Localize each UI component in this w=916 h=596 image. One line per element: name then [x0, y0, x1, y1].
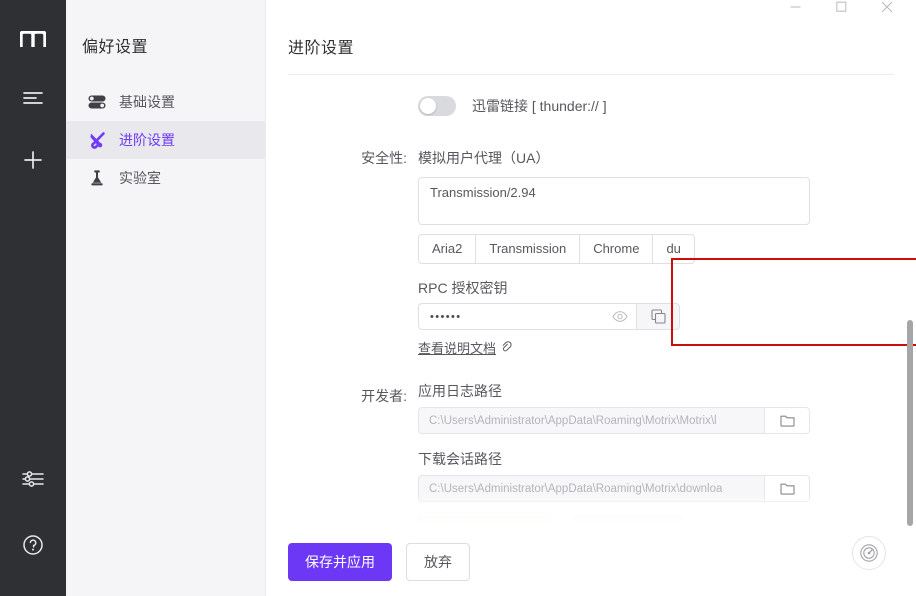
wrench-tools-icon — [88, 131, 106, 149]
security-group-label: 安全性: — [288, 142, 418, 174]
content-scrollbar[interactable] — [907, 68, 913, 528]
thunder-toggle[interactable] — [418, 96, 456, 116]
developer-row: 开发者: 应用日志路径 C:\Users\Administrator\AppDa… — [288, 380, 894, 528]
sidebar-item-lab[interactable]: 实验室 — [66, 159, 265, 197]
rpc-secret-control: •••••• — [418, 303, 680, 330]
thunder-toggle-label: 迅雷链接 [ thunder:// ] — [472, 96, 607, 116]
scrollbar-thumb[interactable] — [907, 320, 913, 526]
ua-field-label: 模拟用户代理（UA） — [418, 142, 894, 174]
settings-nav-list: 基础设置 进阶设置 — [66, 83, 265, 197]
sidebar-item-label: 实验室 — [119, 168, 161, 188]
save-button[interactable]: 保存并应用 — [288, 543, 392, 581]
task-list-icon[interactable] — [16, 83, 50, 113]
security-row: 安全性: 模拟用户代理（UA） Transmission/2.94 Aria2 … — [288, 142, 894, 358]
rail-bottom-group — [0, 464, 66, 596]
log-path-label: 应用日志路径 — [418, 380, 894, 402]
rpc-secret-label: RPC 授权密钥 — [418, 278, 894, 298]
toggle-knob — [420, 98, 436, 114]
folder-icon[interactable] — [764, 407, 810, 434]
preferences-window: 偏好设置 基础设置 — [0, 0, 916, 596]
folder-icon[interactable] — [764, 475, 810, 502]
copy-icon[interactable] — [636, 303, 680, 330]
discard-button[interactable]: 放弃 — [406, 543, 470, 581]
help-icon[interactable] — [16, 530, 50, 560]
app-rail — [0, 0, 66, 596]
ua-preset-group: Aria2 Transmission Chrome du — [418, 234, 894, 264]
speedometer-icon[interactable] — [852, 536, 886, 570]
toggle-switch-icon — [88, 93, 106, 111]
developer-group-label: 开发者: — [288, 380, 418, 412]
ua-preset-transmission[interactable]: Transmission — [475, 234, 579, 264]
rpc-doc-link[interactable]: 查看说明文档 — [418, 338, 512, 357]
rpc-secret-section: RPC 授权密钥 •••••• — [418, 278, 894, 358]
rpc-secret-value: •••••• — [430, 311, 612, 323]
ua-preset-aria2[interactable]: Aria2 — [418, 234, 475, 264]
thunder-protocol-row: 迅雷链接 [ thunder:// ] — [288, 84, 894, 128]
session-path-control: C:\Users\Administrator\AppData\Roaming\M… — [418, 475, 810, 502]
add-task-icon[interactable] — [16, 145, 50, 175]
settings-nav-column: 偏好设置 基础设置 — [66, 0, 266, 596]
restore-defaults-button[interactable]: 恢复初始设置 — [574, 516, 682, 528]
reset-session-button[interactable]: 重置下载会话记录 — [418, 516, 552, 528]
flask-lab-icon — [88, 169, 106, 187]
session-path-input[interactable]: C:\Users\Administrator\AppData\Roaming\M… — [418, 475, 764, 502]
session-path-label: 下载会话路径 — [418, 448, 894, 470]
window-controls — [266, 0, 916, 14]
ua-textarea[interactable]: Transmission/2.94 — [418, 177, 810, 225]
log-path-input[interactable]: C:\Users\Administrator\AppData\Roaming\M… — [418, 407, 764, 434]
rpc-secret-input[interactable]: •••••• — [418, 303, 636, 330]
main-panel: 进阶设置 迅雷链接 [ thunder:// ] 安全性: — [266, 0, 916, 596]
sidebar-item-label: 进阶设置 — [119, 130, 175, 150]
maximize-icon[interactable] — [818, 0, 864, 14]
developer-actions: 重置下载会话记录 恢复初始设置 — [418, 516, 894, 528]
sidebar-item-label: 基础设置 — [119, 92, 175, 112]
settings-scroll-area[interactable]: 迅雷链接 [ thunder:// ] 安全性: 模拟用户代理（UA） Tran… — [266, 68, 916, 528]
eye-icon[interactable] — [612, 311, 628, 322]
app-logo — [18, 27, 48, 51]
ua-preset-du[interactable]: du — [652, 234, 694, 264]
preferences-title: 偏好设置 — [66, 0, 265, 57]
external-link-icon — [500, 340, 512, 355]
minimize-icon[interactable] — [772, 0, 818, 14]
form-action-bar: 保存并应用 放弃 — [266, 528, 916, 596]
sidebar-item-basic[interactable]: 基础设置 — [66, 83, 265, 121]
advanced-settings-form: 迅雷链接 [ thunder:// ] 安全性: 模拟用户代理（UA） Tran… — [266, 68, 916, 528]
ua-preset-chrome[interactable]: Chrome — [579, 234, 652, 264]
preferences-icon[interactable] — [16, 464, 50, 494]
close-icon[interactable] — [864, 0, 910, 14]
log-path-control: C:\Users\Administrator\AppData\Roaming\M… — [418, 407, 810, 434]
sidebar-item-advanced[interactable]: 进阶设置 — [66, 121, 265, 159]
rpc-doc-link-label: 查看说明文档 — [418, 338, 496, 357]
